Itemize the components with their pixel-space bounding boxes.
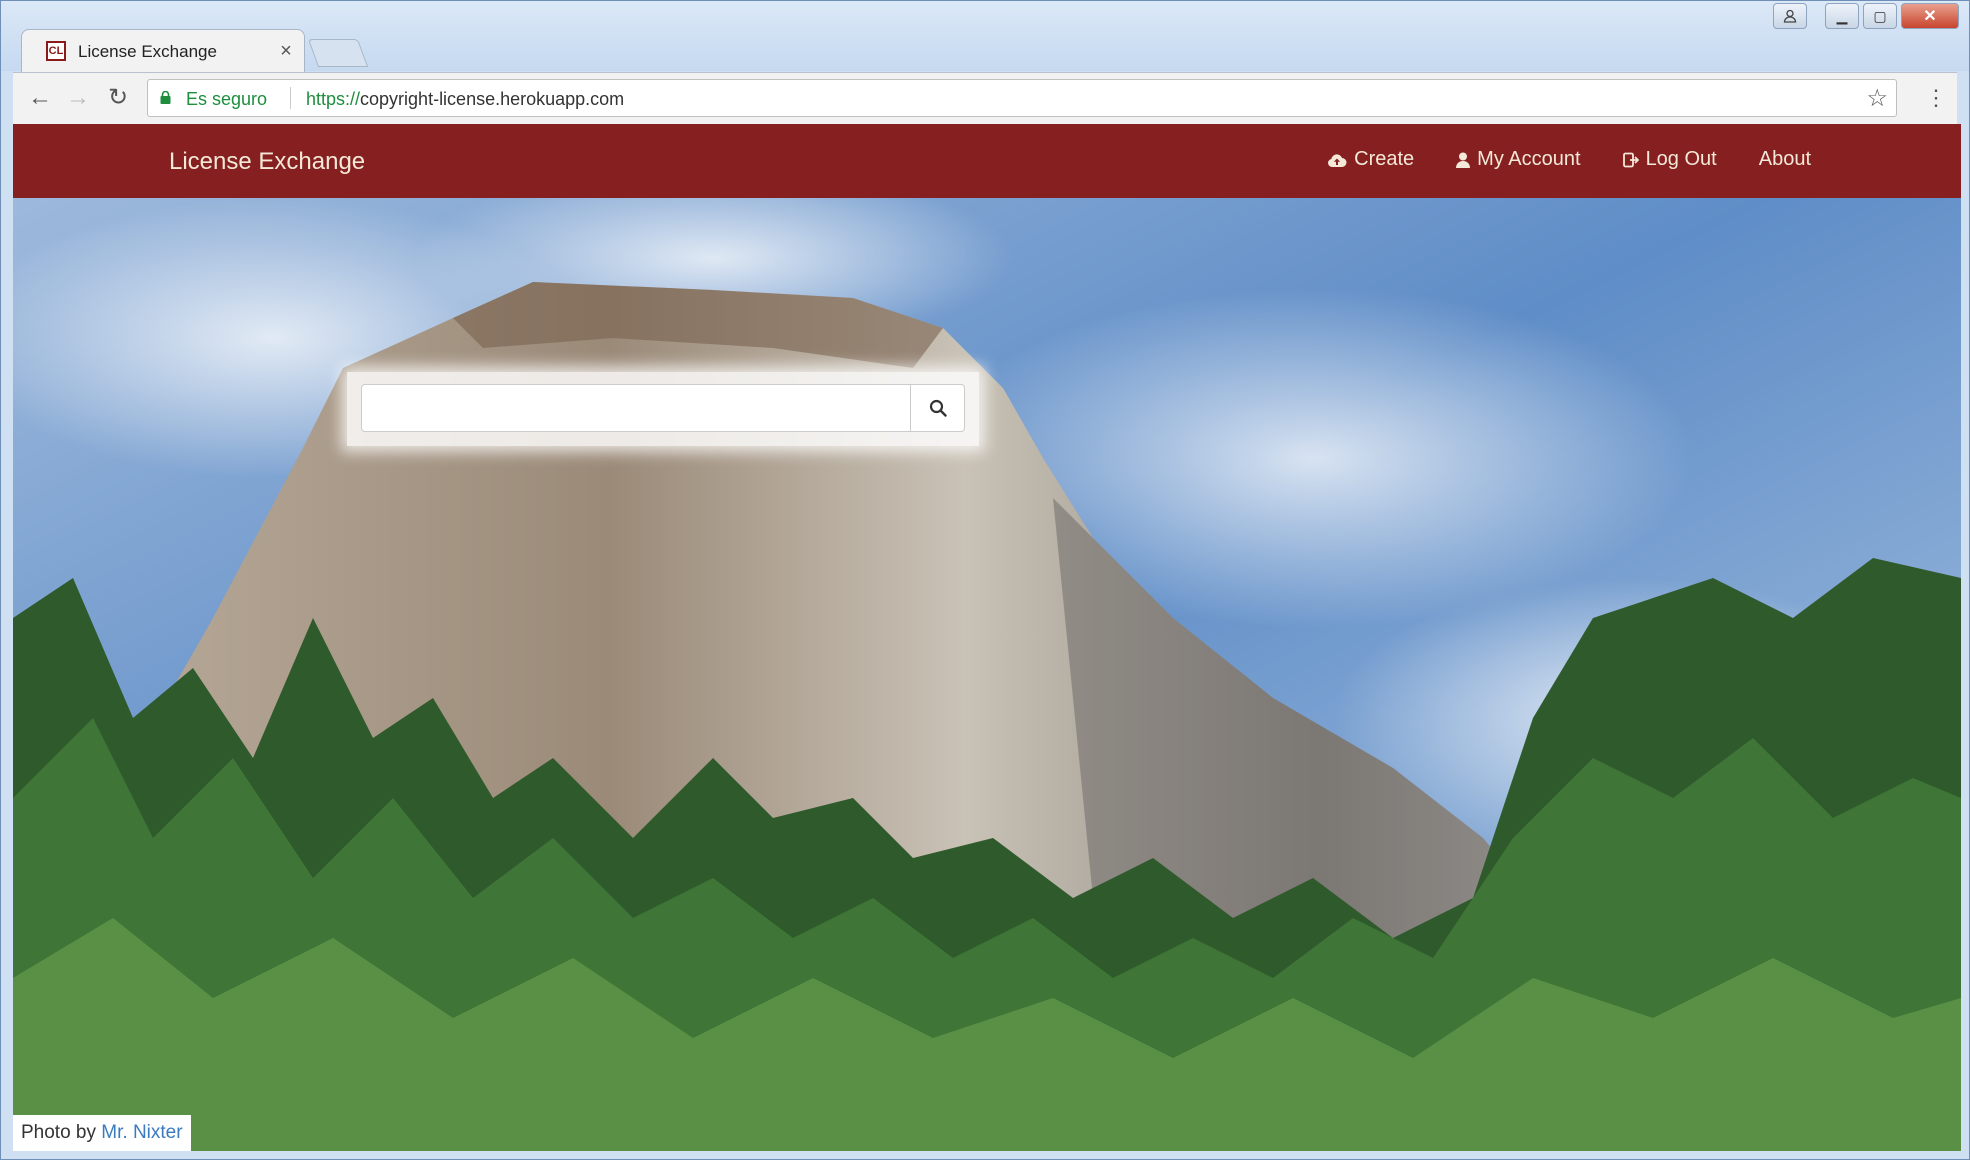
photo-credit-author-link[interactable]: Mr. Nixter bbox=[101, 1122, 182, 1143]
tab-title: License Exchange bbox=[78, 42, 217, 61]
site-favicon-icon: CL bbox=[46, 41, 66, 61]
url-scheme: https:// bbox=[306, 89, 361, 109]
browser-menu-icon[interactable]: ⋮ bbox=[1925, 83, 1947, 113]
page-viewport: License Exchange Create My Account Log O… bbox=[13, 124, 1961, 1151]
tab-license-exchange[interactable]: CL License Exchange × bbox=[21, 29, 305, 73]
tab-strip: CL License Exchange × ▁ ▢ ✕ bbox=[1, 1, 1969, 73]
url-host: copyright-license.herokuapp.com bbox=[360, 89, 625, 109]
nav-links: Create My Account Log Out About bbox=[1327, 148, 1811, 171]
nav-create-label: Create bbox=[1354, 148, 1415, 170]
search-button[interactable] bbox=[910, 384, 965, 432]
log-out-icon bbox=[1622, 152, 1639, 167]
url-text[interactable]: https://copyright-license.herokuapp.com bbox=[306, 89, 624, 110]
brand-link[interactable]: License Exchange bbox=[169, 148, 365, 176]
photo-credit: Photo by Mr. Nixter bbox=[13, 1115, 191, 1151]
profile-icon[interactable] bbox=[1773, 3, 1807, 29]
nav-my-account[interactable]: My Account bbox=[1456, 148, 1581, 171]
browser-toolbar: ← → ↻ Es seguro https://copyright-licens… bbox=[13, 72, 1957, 124]
security-label[interactable]: Es seguro bbox=[186, 89, 267, 110]
lock-icon bbox=[160, 91, 171, 104]
nav-log-out[interactable]: Log Out bbox=[1622, 148, 1717, 171]
new-tab-button[interactable] bbox=[307, 39, 369, 67]
window-controls: ▁ ▢ ✕ bbox=[1773, 3, 1959, 31]
tab-close-icon[interactable]: × bbox=[274, 39, 298, 63]
nav-about[interactable]: About bbox=[1759, 148, 1811, 171]
omnibox-divider bbox=[290, 87, 291, 109]
back-arrow-icon[interactable]: ← bbox=[25, 83, 55, 113]
cloud-upload-icon bbox=[1328, 153, 1347, 167]
maximize-icon[interactable]: ▢ bbox=[1863, 3, 1897, 29]
site-navbar: License Exchange Create My Account Log O… bbox=[13, 124, 1961, 198]
nav-create[interactable]: Create bbox=[1327, 148, 1414, 171]
bookmark-star-icon[interactable]: ☆ bbox=[1866, 84, 1888, 113]
search-icon bbox=[929, 399, 947, 417]
minimize-icon[interactable]: ▁ bbox=[1825, 3, 1859, 29]
search-input[interactable] bbox=[361, 384, 911, 432]
search-panel bbox=[347, 372, 979, 446]
photo-credit-prefix: Photo by bbox=[21, 1122, 96, 1143]
nav-log-out-label: Log Out bbox=[1645, 148, 1717, 170]
browser-window: CL License Exchange × ▁ ▢ ✕ ← → ↻ Es seg… bbox=[0, 0, 1970, 1160]
nav-my-account-label: My Account bbox=[1477, 148, 1581, 170]
el-capitan-photo bbox=[13, 198, 1961, 1151]
hero-background-photo: Photo by Mr. Nixter bbox=[13, 198, 1961, 1151]
user-icon bbox=[1456, 152, 1471, 168]
forward-arrow-icon[interactable]: → bbox=[63, 83, 93, 113]
close-window-icon[interactable]: ✕ bbox=[1901, 3, 1959, 29]
nav-about-label: About bbox=[1758, 148, 1811, 170]
reload-icon[interactable]: ↻ bbox=[103, 83, 133, 113]
address-bar[interactable]: Es seguro https://copyright-license.hero… bbox=[147, 79, 1897, 117]
